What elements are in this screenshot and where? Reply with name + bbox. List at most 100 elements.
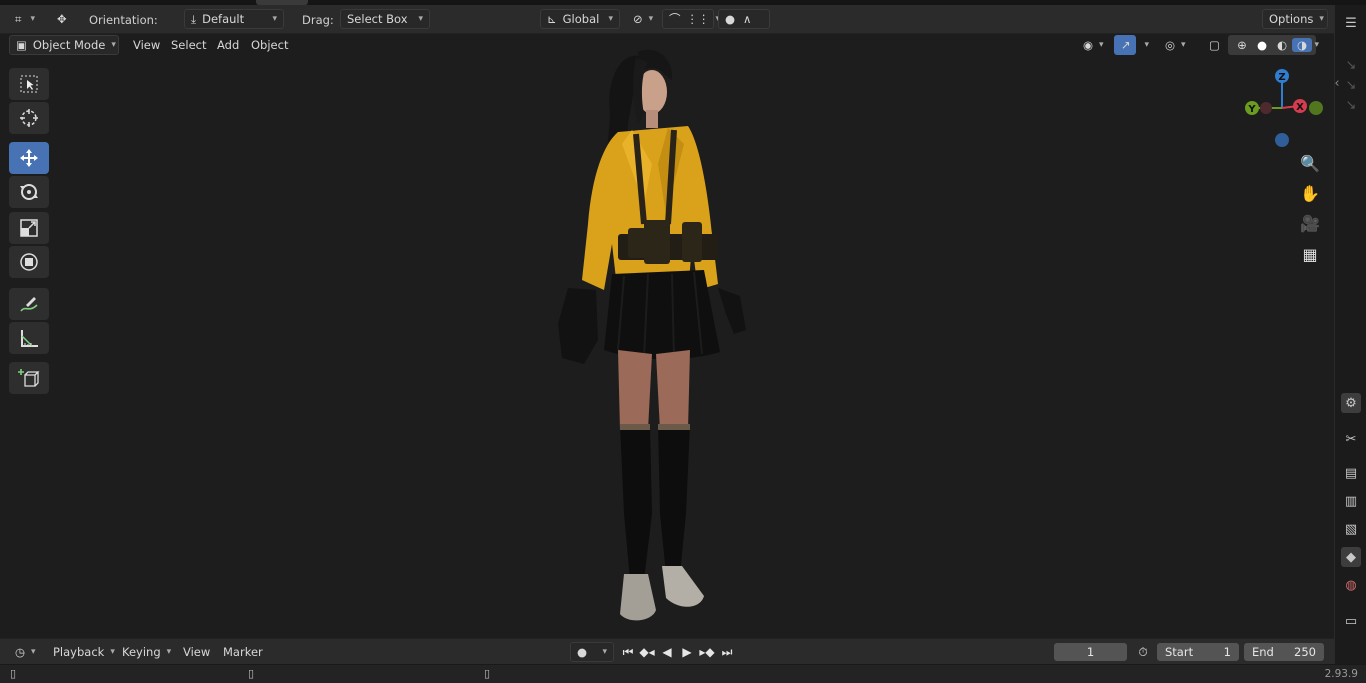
end-value: 250	[1294, 645, 1316, 659]
render-properties-icon[interactable]: ▤	[1341, 463, 1361, 483]
visibility-button[interactable]: ◉ ▾	[1076, 35, 1110, 55]
scale-tool[interactable]	[9, 212, 49, 244]
eye-icon: ◉	[1083, 38, 1094, 52]
shading-dropdown[interactable]: ▾	[1306, 35, 1324, 55]
xray-toggle[interactable]: ▢	[1204, 35, 1224, 55]
menu-select[interactable]: Select	[164, 35, 213, 55]
menu-add[interactable]: Add	[210, 35, 246, 55]
ortho-grid-icon[interactable]: ▦	[1298, 242, 1322, 266]
keying-label: Keying	[122, 645, 161, 659]
options-label: Options	[1269, 12, 1314, 26]
mouse-left-icon: ▯	[10, 667, 17, 680]
menu-view[interactable]: View	[126, 35, 167, 55]
measure-tool[interactable]	[9, 322, 49, 354]
marker-menu[interactable]: Marker	[216, 642, 270, 662]
current-frame-field[interactable]: 1	[1054, 643, 1127, 661]
gizmo-dropdown[interactable]: ▾	[1136, 35, 1154, 55]
proportional-editing-button[interactable]: ● ∧	[718, 9, 770, 29]
world-properties-icon[interactable]: ◍	[1341, 575, 1361, 595]
select-box-tool[interactable]	[9, 68, 49, 100]
collection-properties-icon[interactable]: ▭	[1341, 611, 1361, 631]
pan-hand-icon[interactable]: ✋	[1298, 181, 1322, 205]
wireframe-shading-icon[interactable]: ⊕	[1232, 38, 1252, 52]
start-frame-field[interactable]: Start 1	[1157, 643, 1239, 661]
options-dropdown[interactable]: Options ▾	[1262, 9, 1328, 29]
annotate-icon	[20, 297, 38, 312]
neg-y-axis-handle[interactable]	[1309, 101, 1323, 115]
rotate-tool[interactable]	[9, 176, 49, 208]
jump-start-icon[interactable]: ⏮	[619, 643, 637, 661]
auto-keying-button[interactable]: ● ▾	[570, 642, 614, 662]
stopwatch-icon[interactable]: ⏱	[1134, 643, 1152, 661]
playback-label: Playback	[53, 645, 105, 659]
timeline-view-label: View	[183, 645, 211, 659]
snap-increment-icon: ⋮⋮	[686, 12, 710, 26]
editor-type-button[interactable]: ⌗ ▾	[8, 9, 42, 29]
scale-icon	[20, 219, 38, 237]
outliner-icon[interactable]: ☰	[1341, 13, 1361, 33]
move-tool[interactable]	[9, 142, 49, 174]
zoom-icon[interactable]: 🔍	[1298, 151, 1322, 175]
cursor-icon	[20, 109, 38, 127]
output-properties-icon[interactable]: ▥	[1341, 491, 1361, 511]
neg-z-axis-handle[interactable]	[1275, 133, 1289, 147]
transform-icon	[20, 253, 38, 271]
play-icon[interactable]: ▶	[678, 643, 696, 661]
active-tool-button[interactable]: ✥	[50, 9, 78, 29]
orientation-label: Orientation:	[89, 13, 158, 27]
play-reverse-icon[interactable]: ◀	[658, 643, 676, 661]
add-cube-tool[interactable]	[9, 362, 49, 394]
menu-select-label: Select	[171, 38, 207, 52]
transform-space-value: Global	[562, 12, 600, 26]
pin-icon-3: ↘	[1345, 97, 1357, 113]
gizmo-toggle[interactable]: ↗	[1114, 35, 1136, 55]
gizmo-icon: ↗	[1121, 38, 1131, 52]
tool-properties-icon[interactable]: ✂	[1341, 429, 1361, 449]
view-layer-icon[interactable]: ▧	[1341, 519, 1361, 539]
solid-shading-icon[interactable]: ●	[1252, 38, 1272, 52]
material-shading-icon[interactable]: ◐	[1272, 38, 1292, 52]
drag-dropdown[interactable]: Select Box ▾	[340, 9, 430, 29]
object-mode-icon: ▣	[16, 38, 27, 52]
mode-dropdown[interactable]: ▣ Object Mode ▾	[9, 35, 119, 55]
pivot-point-button[interactable]: ⊘ ▾	[626, 9, 658, 29]
orientation-dropdown[interactable]: ⤓ Default ▾	[184, 9, 284, 29]
falloff-icon: ∧	[743, 12, 752, 26]
end-frame-field[interactable]: End 250	[1244, 643, 1324, 661]
xray-icon: ▢	[1209, 38, 1220, 52]
scene-properties-icon[interactable]: ◆	[1341, 547, 1361, 567]
menu-object[interactable]: Object	[244, 35, 295, 55]
properties-editor-icon[interactable]: ⚙	[1341, 393, 1361, 413]
character-model[interactable]	[548, 44, 758, 628]
annotate-tool[interactable]	[9, 288, 49, 320]
pin-icon-1: ↘	[1345, 57, 1357, 73]
neg-x-axis-handle[interactable]	[1260, 102, 1272, 114]
overlays-button[interactable]: ◎ ▾	[1158, 35, 1192, 55]
orientation-icon: ⤓	[191, 11, 197, 26]
mouse-right-icon: ▯	[484, 667, 491, 680]
timeline-header: ◷ ▾ Playback ▾ Keying ▾ View Marker ● ▾ ⏮ ◆◂…	[0, 638, 1334, 664]
camera-view-icon[interactable]: 🎥	[1298, 211, 1322, 235]
menu-add-label: Add	[217, 38, 240, 52]
pin-icon-2: ↘	[1345, 77, 1357, 93]
timeline-editor-type-button[interactable]: ◷ ▾	[8, 642, 42, 662]
transform-orientation-dropdown[interactable]: ⊾ Global ▾	[540, 9, 620, 29]
playback-menu[interactable]: Playback ▾	[46, 642, 115, 662]
record-icon: ●	[577, 645, 588, 659]
keying-menu[interactable]: Keying ▾	[115, 642, 175, 662]
marker-label: Marker	[223, 645, 263, 659]
prev-keyframe-icon[interactable]: ◆◂	[638, 643, 656, 661]
end-label: End	[1252, 645, 1274, 659]
timeline-view-menu[interactable]: View	[176, 642, 217, 662]
snap-button[interactable]: ⌒ ⋮⋮▾	[662, 9, 720, 29]
transform-tool[interactable]	[9, 246, 49, 278]
rotate-icon	[20, 184, 38, 200]
navigation-gizmo[interactable]: Z X Y	[1240, 66, 1324, 150]
snap-magnet-icon: ⌒	[669, 12, 681, 26]
cursor-tool[interactable]	[9, 102, 49, 134]
jump-end-icon[interactable]: ⏭	[718, 643, 736, 661]
pivot-icon: ⊘	[633, 12, 643, 26]
shading-buttons: ⊕ ● ◐ ◑	[1228, 35, 1316, 55]
next-keyframe-icon[interactable]: ▸◆	[698, 643, 716, 661]
start-value: 1	[1223, 645, 1231, 659]
